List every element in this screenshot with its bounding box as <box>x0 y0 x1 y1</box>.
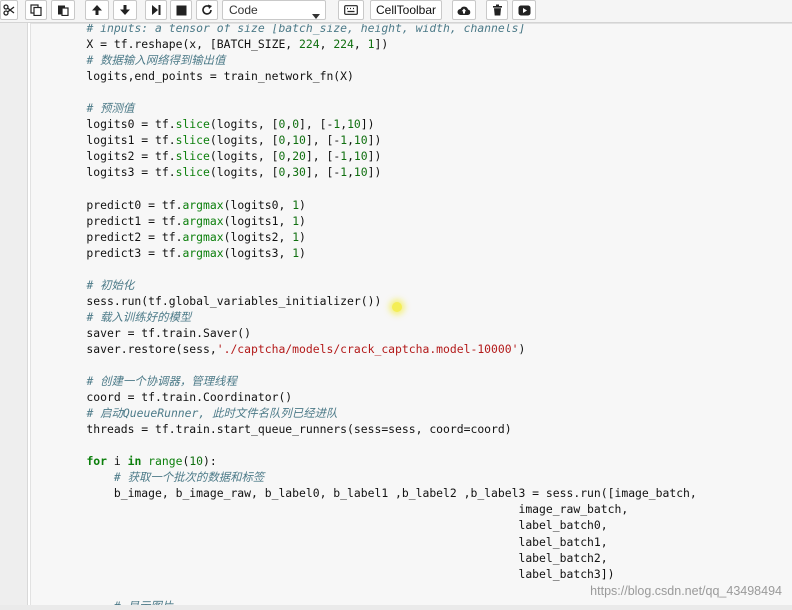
notebook-toolbar: Code CellToolbar <box>0 0 792 23</box>
code-line[interactable]: ​ <box>59 357 697 373</box>
code-line[interactable]: label_batch2, <box>59 550 697 566</box>
celltoolbar-button[interactable]: CellToolbar <box>370 0 442 20</box>
paste-button[interactable] <box>51 0 75 20</box>
copy-icon <box>30 4 42 16</box>
arrow-up-icon <box>91 4 103 16</box>
code-line[interactable]: logits0 = tf.slice(logits, [0,0], [-1,10… <box>59 116 697 132</box>
code-line[interactable]: predict3 = tf.argmax(logits3, 1) <box>59 245 697 261</box>
code-line[interactable]: b_image, b_image_raw, b_label0, b_label1… <box>59 485 697 501</box>
code-line[interactable]: image_raw_batch, <box>59 501 697 517</box>
code-editor[interactable]: # inputs: a tensor of size [batch_size, … <box>30 23 792 607</box>
code-line[interactable]: saver.restore(sess,'./captcha/models/cra… <box>59 341 697 357</box>
interrupt-kernel-button[interactable] <box>170 0 192 20</box>
stop-icon <box>176 5 187 16</box>
code-line[interactable]: # 获取一个批次的数据和标签 <box>59 469 697 485</box>
copy-button[interactable] <box>25 0 47 20</box>
cut-button[interactable] <box>0 0 18 20</box>
code-line[interactable]: ​ <box>59 180 697 196</box>
cell-type-select[interactable]: Code <box>222 0 326 20</box>
bottom-scroll-strip <box>0 605 792 610</box>
code-line[interactable]: ​ <box>59 437 697 453</box>
code-line[interactable]: ​ <box>59 84 697 100</box>
move-down-button[interactable] <box>113 0 137 20</box>
code-line[interactable]: X = tf.reshape(x, [BATCH_SIZE, 224, 224,… <box>59 36 697 52</box>
arrow-down-icon <box>119 4 131 16</box>
upload-button[interactable] <box>452 0 476 20</box>
code-line[interactable]: label_batch1, <box>59 534 697 550</box>
code-line[interactable]: ​ <box>59 261 697 277</box>
notebook-gutter <box>0 23 27 610</box>
code-line[interactable]: logits,end_points = train_network_fn(X) <box>59 68 697 84</box>
watermark-text: https://blog.csdn.net/qq_43498494 <box>590 584 782 598</box>
keyboard-icon <box>344 5 358 15</box>
run-cell-button[interactable] <box>145 0 167 20</box>
code-line[interactable]: logits1 = tf.slice(logits, [0,10], [-1,1… <box>59 132 697 148</box>
present-button[interactable] <box>512 0 536 20</box>
code-line[interactable]: predict1 = tf.argmax(logits1, 1) <box>59 213 697 229</box>
code-content[interactable]: # inputs: a tensor of size [batch_size, … <box>59 24 697 606</box>
code-line[interactable]: coord = tf.train.Coordinator() <box>59 389 697 405</box>
code-line[interactable]: # 初始化 <box>59 277 697 293</box>
code-line[interactable]: saver = tf.train.Saver() <box>59 325 697 341</box>
scissors-icon <box>3 4 15 16</box>
code-line[interactable]: label_batch0, <box>59 517 697 533</box>
refresh-icon <box>201 4 213 16</box>
code-line[interactable]: predict0 = tf.argmax(logits0, 1) <box>59 197 697 213</box>
code-line[interactable]: threads = tf.train.start_queue_runners(s… <box>59 421 697 437</box>
code-line[interactable]: # 数据输入网络得到输出值 <box>59 52 697 68</box>
code-line[interactable]: # 启动QueueRunner, 此时文件名队列已经进队 <box>59 405 697 421</box>
play-video-icon <box>518 5 531 16</box>
code-line[interactable]: sess.run(tf.global_variables_initializer… <box>59 293 697 309</box>
code-line[interactable]: predict2 = tf.argmax(logits2, 1) <box>59 229 697 245</box>
cloud-upload-icon <box>457 5 471 16</box>
restart-kernel-button[interactable] <box>196 0 218 20</box>
code-line[interactable]: # 创建一个协调器，管理线程 <box>59 373 697 389</box>
step-forward-icon <box>150 4 162 16</box>
code-line[interactable]: # 载入训练好的模型 <box>59 309 697 325</box>
code-line[interactable]: logits2 = tf.slice(logits, [0,20], [-1,1… <box>59 148 697 164</box>
paste-icon <box>57 4 69 16</box>
celltoolbar-label: CellToolbar <box>375 3 437 17</box>
cell-type-value: Code <box>229 3 258 17</box>
move-up-button[interactable] <box>85 0 109 20</box>
trash-icon <box>492 4 503 16</box>
command-palette-button[interactable] <box>338 0 364 20</box>
pointer-highlight <box>392 302 402 312</box>
code-line[interactable]: logits3 = tf.slice(logits, [0,30], [-1,1… <box>59 164 697 180</box>
code-line[interactable]: # inputs: a tensor of size [batch_size, … <box>59 24 697 36</box>
delete-button[interactable] <box>486 0 508 20</box>
code-line[interactable]: label_batch3]) <box>59 566 697 582</box>
code-line[interactable]: # 预测值 <box>59 100 697 116</box>
code-line[interactable]: for i in range(10): <box>59 453 697 469</box>
